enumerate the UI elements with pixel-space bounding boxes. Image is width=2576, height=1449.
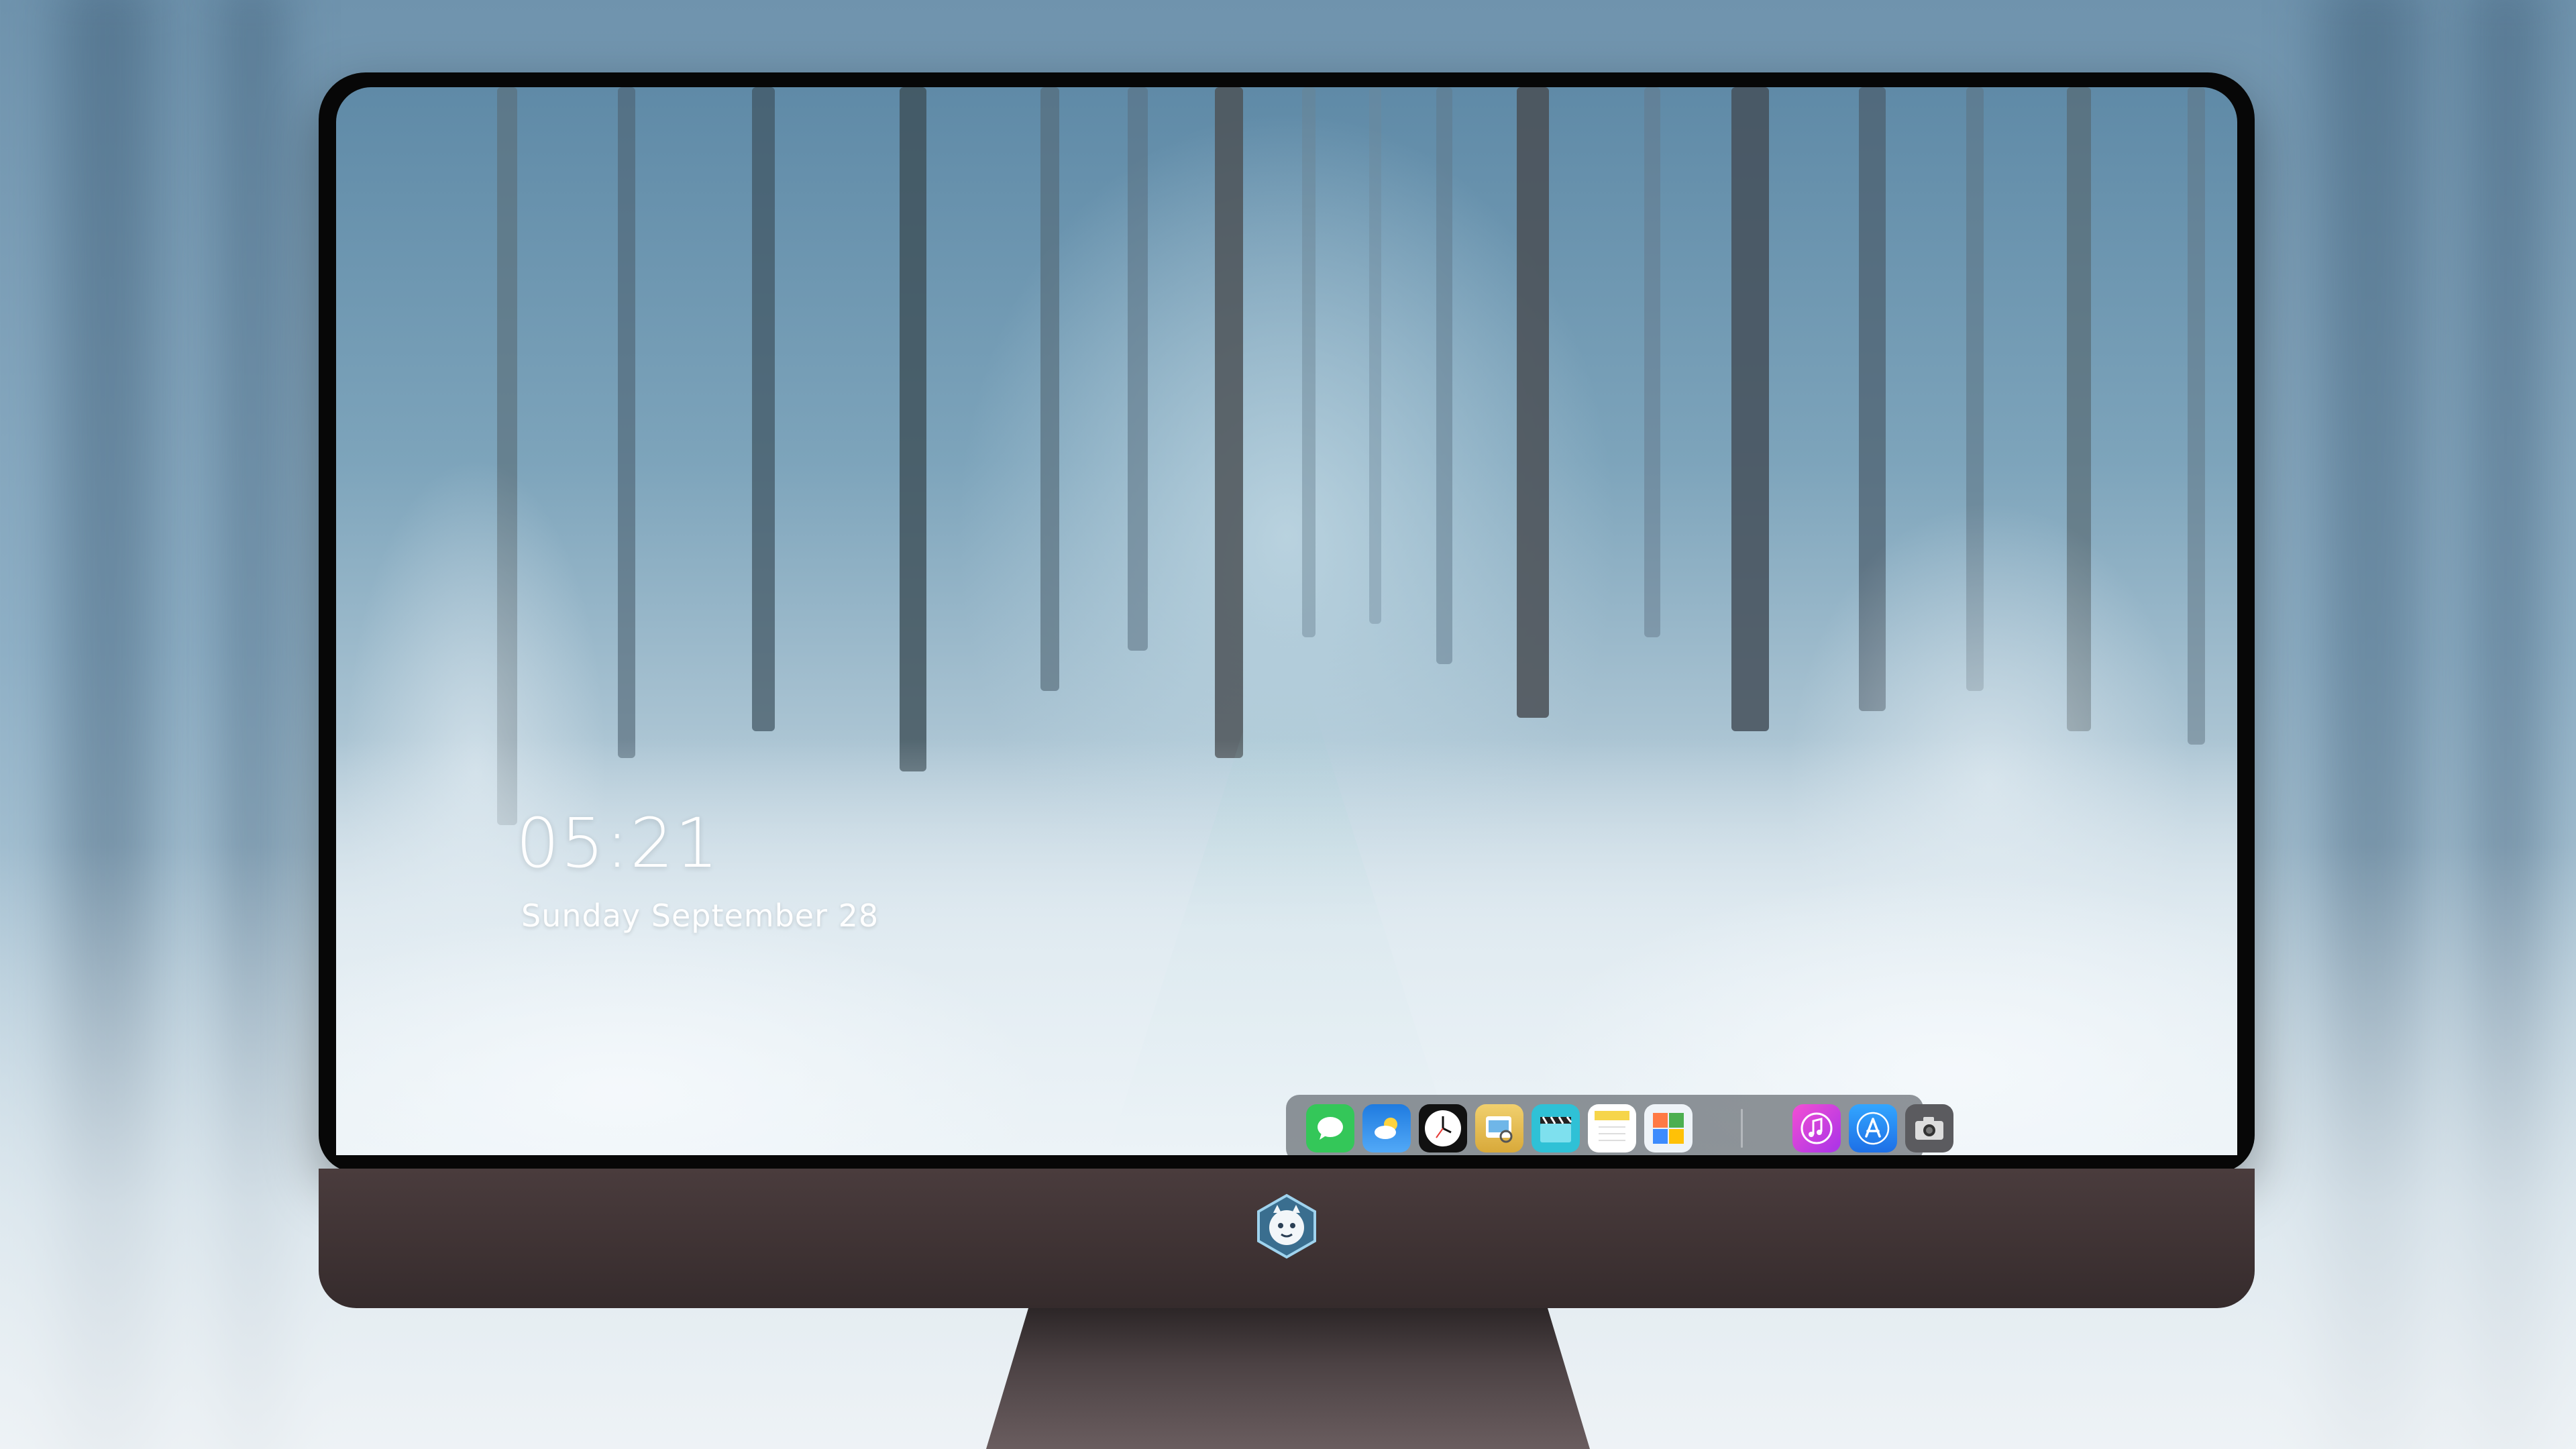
monitor-stand <box>986 1308 1590 1449</box>
lock-screen-time: 05:21 <box>516 804 720 883</box>
monitor-chin <box>319 1169 2255 1308</box>
dock-separator <box>1741 1109 1743 1148</box>
dock <box>1286 1095 1953 1155</box>
notes-icon[interactable] <box>1588 1104 1636 1152</box>
lock-screen-date: Sunday September 28 <box>521 898 879 934</box>
desktop-screen: 05:21 Sunday September 28 <box>336 87 2237 1155</box>
weather-icon[interactable] <box>1362 1104 1411 1152</box>
app-store-icon[interactable] <box>1849 1104 1897 1152</box>
music-icon[interactable] <box>1792 1104 1841 1152</box>
mascot-logo-icon <box>1253 1193 1320 1260</box>
camera-icon[interactable] <box>1905 1104 1953 1152</box>
clock-icon[interactable] <box>1419 1104 1467 1152</box>
preview-icon[interactable] <box>1475 1104 1523 1152</box>
clapperboard-icon[interactable] <box>1532 1104 1580 1152</box>
monitor-bezel: 05:21 Sunday September 28 <box>319 72 2255 1173</box>
photo-gallery-icon[interactable] <box>1644 1104 1693 1152</box>
monitor: 05:21 Sunday September 28 <box>319 72 2255 1308</box>
messages-icon[interactable] <box>1306 1104 1354 1152</box>
